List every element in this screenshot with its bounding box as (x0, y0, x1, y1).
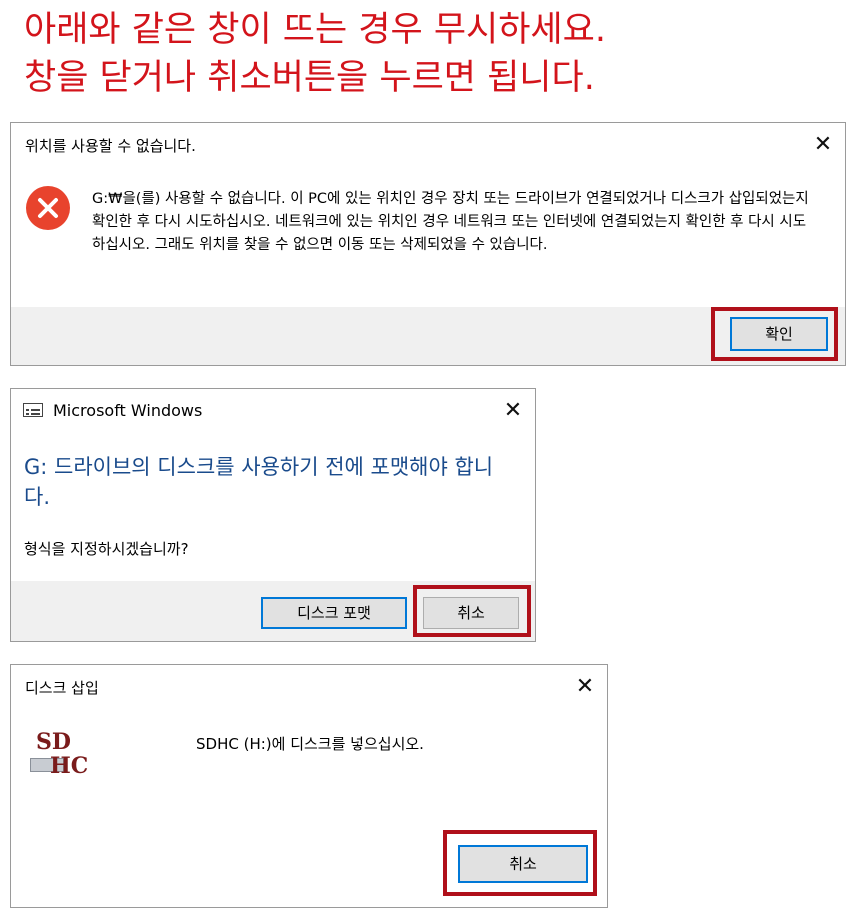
close-icon[interactable]: ✕ (809, 131, 837, 159)
instruction-line-2: 창을 닫거나 취소버튼을 누르면 됩니다. (24, 58, 595, 98)
error-icon (26, 186, 70, 230)
window-app-icon (23, 403, 43, 417)
sdhc-card-icon: SD HC (30, 730, 88, 784)
sdhc-icon-text-bottom: HC (50, 753, 89, 779)
instruction-heading: 아래와 같은 창이 뜨는 경우 무시하세요. 창을 닫거나 취소버튼을 누르면 … (24, 6, 606, 102)
dialog-title: 디스크 삽입 (25, 679, 99, 697)
dialog-heading: G: 드라이브의 디스크를 사용하기 전에 포맷해야 합니다. (24, 455, 494, 509)
dialog-question: 형식을 지정하시겠습니까? (24, 540, 189, 558)
cancel-button-highlight (413, 585, 531, 637)
dialog-message: SDHC (H:)에 디스크를 넣으십시오. (196, 735, 424, 753)
dialog-title: 위치를 사용할 수 없습니다. (25, 137, 196, 155)
format-disk-button[interactable]: 디스크 포맷 (261, 597, 407, 629)
close-icon[interactable]: ✕ (571, 673, 599, 701)
dialog-title: Microsoft Windows (53, 401, 203, 420)
close-icon[interactable]: ✕ (499, 397, 527, 425)
sdhc-icon-text-top: SD (36, 729, 71, 755)
ok-button-highlight (711, 307, 838, 361)
instruction-line-1: 아래와 같은 창이 뜨는 경우 무시하세요. (24, 10, 606, 50)
dialog-message: G:₩을(를) 사용할 수 없습니다. 이 PC에 있는 위치인 경우 장치 또… (92, 191, 809, 253)
cancel-button-highlight (443, 830, 597, 896)
